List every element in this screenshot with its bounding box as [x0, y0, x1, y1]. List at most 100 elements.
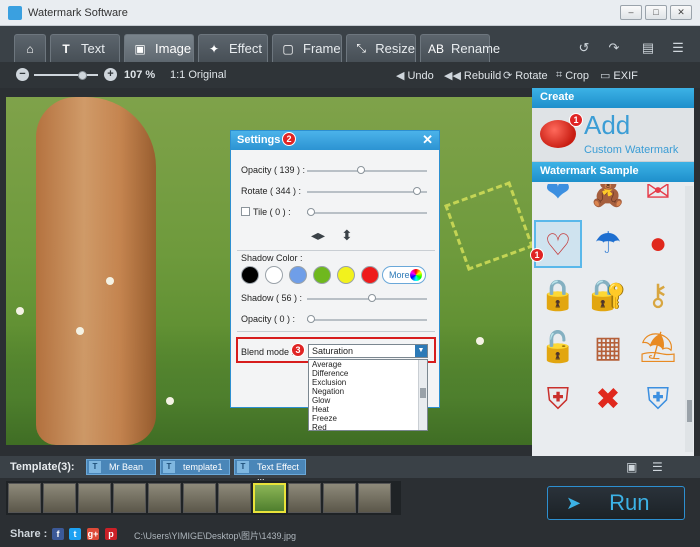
red-button-icon[interactable]: ●	[634, 220, 682, 268]
menu-icon[interactable]: ☰	[670, 40, 686, 56]
close-icon[interactable]: ✕	[422, 132, 433, 148]
lock-icon[interactable]: 🔐	[584, 272, 632, 320]
tile-knob[interactable]	[307, 208, 315, 216]
twitter-icon[interactable]: t	[69, 528, 81, 540]
zoom-out-icon[interactable]: −	[16, 68, 29, 81]
thumbnail[interactable]	[288, 483, 321, 513]
tab-frame[interactable]: ▢ Frame	[272, 34, 342, 62]
shadow-opacity-knob[interactable]	[307, 315, 315, 323]
squirrel-photo	[36, 97, 156, 445]
shadow-color-swatch[interactable]	[337, 266, 355, 284]
thumbnail[interactable]	[113, 483, 146, 513]
redo-icon[interactable]: ↷	[606, 40, 622, 56]
template-item[interactable]: T Text Effect ...	[234, 459, 306, 482]
shadow-slider[interactable]	[307, 298, 427, 300]
opacity-slider[interactable]	[307, 170, 427, 172]
save-icon[interactable]: ▣	[626, 460, 637, 474]
shadow-knob[interactable]	[368, 294, 376, 302]
tab-home[interactable]: ⌂	[14, 34, 46, 62]
template-item[interactable]: T Mr Bean	[86, 459, 156, 475]
shadow-color-swatch[interactable]	[241, 266, 259, 284]
history-icon[interactable]: ↺	[576, 40, 592, 56]
flip-vertical-icon[interactable]: ⬍	[341, 227, 353, 244]
blend-mode-select[interactable]: Saturation ▼	[308, 344, 428, 358]
blend-option[interactable]: Exclusion	[309, 378, 427, 387]
shadow-color-swatch[interactable]	[265, 266, 283, 284]
undo-button[interactable]: ◀ Undo	[396, 69, 434, 83]
red-x-icon[interactable]: ✖	[584, 376, 632, 424]
love-letter-icon[interactable]: ✉	[634, 184, 682, 216]
template-item[interactable]: Ttemplate1	[160, 459, 230, 475]
feedback-icon[interactable]: ▤	[640, 40, 656, 56]
silver-padlock-icon[interactable]: 🔓	[534, 324, 582, 372]
shield-red-icon[interactable]: ⛨	[534, 376, 582, 424]
thumbnail[interactable]	[358, 483, 391, 513]
tile-slider[interactable]	[307, 212, 427, 214]
blend-option[interactable]: Red	[309, 423, 427, 430]
thumbnail-selected[interactable]	[253, 483, 286, 513]
more-label: More	[389, 270, 410, 280]
facebook-icon[interactable]: f	[52, 528, 64, 540]
brick-wall-icon[interactable]: ▦	[584, 324, 632, 372]
windows-shield-icon[interactable]: ⛨	[634, 376, 682, 424]
key-icon[interactable]: ⚷	[634, 272, 682, 320]
chevron-down-icon[interactable]: ▼	[415, 345, 427, 357]
original-size-button[interactable]: 1:1 Original	[170, 69, 226, 81]
blend-option[interactable]: Negation	[309, 387, 427, 396]
tab-resize[interactable]: ⤡ Resize	[346, 34, 416, 62]
rebuild-button[interactable]: ◀◀ Rebuild	[444, 69, 501, 83]
watermark-panel: Create Add Custom Watermark Watermark Sa…	[532, 88, 694, 456]
heart-outline-icon[interactable]: ♡	[534, 220, 582, 268]
google-plus-icon[interactable]: g+	[87, 528, 99, 540]
rotate-button[interactable]: ⟳ Rotate	[503, 69, 548, 83]
maximize-button[interactable]: □	[645, 5, 667, 20]
close-button[interactable]: ✕	[670, 5, 692, 20]
blend-option[interactable]: Average	[309, 360, 427, 369]
heart-icon[interactable]: ❤	[534, 184, 582, 216]
exif-button[interactable]: ▭ EXIF	[600, 69, 638, 83]
pinterest-icon[interactable]: p	[105, 528, 117, 540]
thumbnail[interactable]	[78, 483, 111, 513]
beach-umbrella-icon[interactable]: ⛱	[634, 324, 682, 372]
blend-option[interactable]: Freeze	[309, 414, 427, 423]
dropdown-scroll-thumb[interactable]	[420, 388, 426, 398]
shadow-color-swatch[interactable]	[289, 266, 307, 284]
thumbnail[interactable]	[218, 483, 251, 513]
watermark-stamp[interactable]	[444, 181, 532, 271]
step-badge-blend: 3	[291, 343, 305, 357]
template-list-icon[interactable]: ☰	[652, 460, 663, 474]
zoom-in-icon[interactable]: +	[104, 68, 117, 81]
add-custom-watermark-button[interactable]: Add Custom Watermark	[532, 108, 694, 162]
rotate-knob[interactable]	[413, 187, 421, 195]
sample-scroll-thumb[interactable]	[687, 400, 692, 422]
tile-checkbox[interactable]	[241, 207, 250, 216]
shadow-color-swatch[interactable]	[361, 266, 379, 284]
padlock-icon[interactable]: 🔒	[534, 272, 582, 320]
thumbnail[interactable]	[323, 483, 356, 513]
thumbnail[interactable]	[43, 483, 76, 513]
thumbnail[interactable]	[148, 483, 181, 513]
blend-option[interactable]: Difference	[309, 369, 427, 378]
shadow-opacity-slider[interactable]	[307, 319, 427, 321]
thumbnail[interactable]	[8, 483, 41, 513]
blend-option[interactable]: Heat	[309, 405, 427, 414]
tab-effect[interactable]: ✦ Effect	[198, 34, 268, 62]
template-icon: T	[89, 461, 101, 473]
umbrella-icon[interactable]: ☂	[584, 220, 632, 268]
tab-text[interactable]: T Text	[50, 34, 120, 62]
tab-image[interactable]: ▣ Image	[124, 34, 194, 62]
run-button[interactable]: ➤ Run	[547, 486, 685, 520]
flip-horizontal-icon[interactable]: ◂▸	[311, 227, 325, 244]
zoom-knob[interactable]	[78, 71, 87, 80]
minimize-button[interactable]: –	[620, 5, 642, 20]
blend-option[interactable]: Glow	[309, 396, 427, 405]
crop-button[interactable]: ⌗ Crop	[556, 69, 589, 82]
tab-rename[interactable]: AB Rename	[420, 34, 500, 62]
opacity-knob[interactable]	[357, 166, 365, 174]
more-colors-button[interactable]: More	[382, 266, 426, 284]
zoom-slider[interactable]	[34, 74, 98, 76]
love-bear-icon[interactable]: 🧸	[584, 184, 632, 216]
rotate-slider[interactable]	[307, 191, 427, 193]
thumbnail[interactable]	[183, 483, 216, 513]
shadow-color-swatch[interactable]	[313, 266, 331, 284]
